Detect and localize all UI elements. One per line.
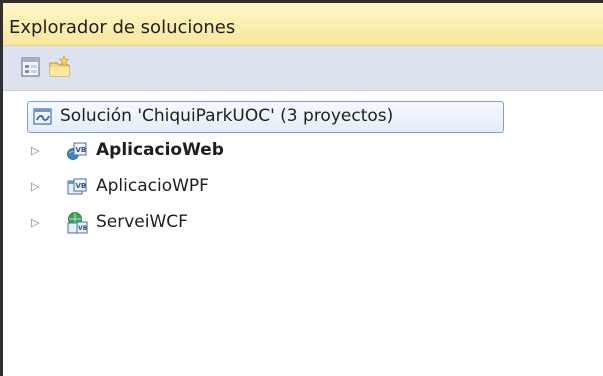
solution-node[interactable]: Solución 'ChiquiParkUOC' (3 proyectos) [27,101,504,133]
svg-text:VB: VB [78,225,88,232]
tree-item-aplicaciowpf[interactable]: ▷ VB AplicacioWPF [3,172,603,202]
properties-button[interactable] [19,54,45,80]
show-all-files-button[interactable] [47,54,73,80]
tree-item-aplicacioweb[interactable]: ▷ VB AplicacioWeb [3,136,603,166]
project-label: ServeiWCF [96,212,188,232]
expand-arrow-icon[interactable]: ▷ [31,144,39,157]
panel-title-bar[interactable]: Explorador de soluciones [3,3,603,46]
wcf-service-project-icon: VB [66,211,88,239]
solution-icon [33,107,53,131]
panel-toolbar [3,46,603,91]
properties-icon [21,57,40,77]
vb-web-project-icon: VB [66,140,88,166]
project-label: AplicacioWPF [96,176,209,196]
project-label: AplicacioWeb [96,140,224,160]
vb-wpf-project-icon: VB [66,176,88,202]
solution-explorer-panel: Explorador de soluciones Solución 'Chiqu… [0,0,603,376]
new-folder-icon [49,55,70,77]
solution-tree: Solución 'ChiquiParkUOC' (3 proyectos) ▷… [3,91,603,376]
svg-text:VB: VB [76,182,87,190]
expand-arrow-icon[interactable]: ▷ [31,180,39,193]
expand-arrow-icon[interactable]: ▷ [31,216,39,229]
solution-label: Solución 'ChiquiParkUOC' (3 proyectos) [60,106,394,126]
svg-text:VB: VB [76,146,87,154]
tree-item-serveiwcf[interactable]: ▷ VB ServeiWCF [3,208,603,238]
panel-title: Explorador de soluciones [9,17,236,38]
